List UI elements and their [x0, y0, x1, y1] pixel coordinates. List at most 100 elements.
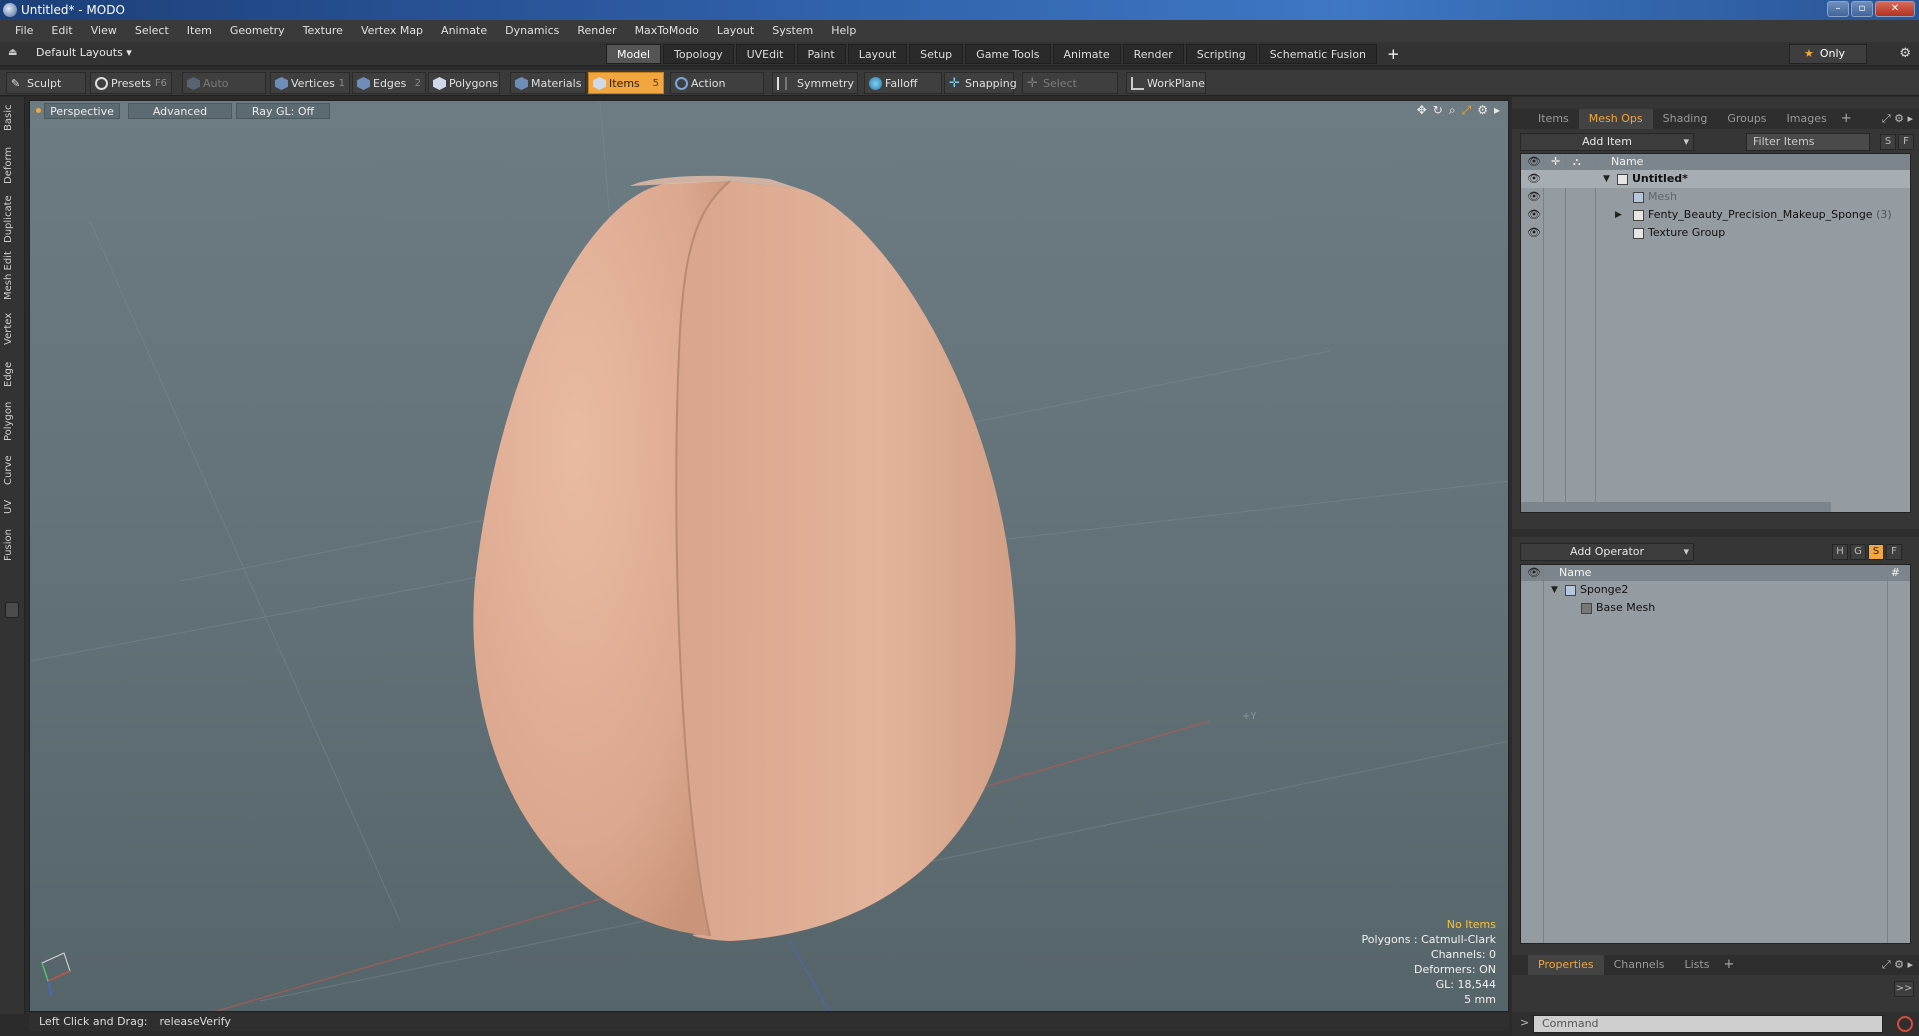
visibility-eye-icon[interactable]: 👁 [1527, 188, 1541, 206]
menu-view[interactable]: View [82, 20, 126, 42]
menu-geometry[interactable]: Geometry [221, 20, 294, 42]
menu-layout[interactable]: Layout [708, 20, 763, 42]
layout-toggle-icon[interactable]: ⏏ [8, 47, 20, 59]
tab-shading[interactable]: Shading [1653, 109, 1718, 129]
operator-g-button[interactable]: G [1850, 544, 1866, 560]
menu-file[interactable]: File [6, 20, 42, 42]
tab-scripting[interactable]: Scripting [1185, 44, 1257, 64]
operator-h-button[interactable]: H [1832, 544, 1848, 560]
presets-button[interactable]: Presets F6 [90, 72, 172, 94]
tab-mesh-ops[interactable]: Mesh Ops [1578, 109, 1653, 129]
list-item-untitled[interactable]: 👁 ▼ Untitled* [1521, 170, 1910, 188]
restore-button[interactable]: ▫ [1851, 1, 1873, 17]
tab-groups[interactable]: Groups [1717, 109, 1776, 129]
item-list[interactable]: 👁 ✛ ⛬ Name 👁 ▼ Untitled* 👁 Mesh 👁 ▶ Fent… [1520, 153, 1911, 513]
tab-model[interactable]: Model [606, 44, 662, 64]
vertices-button[interactable]: Vertices 1 [270, 72, 350, 94]
visibility-eye-icon[interactable]: 👁 [1527, 224, 1541, 242]
panel-expand-icon[interactable]: ⤢ ⚙ ▸ [1882, 112, 1913, 126]
menu-system[interactable]: System [763, 20, 822, 42]
panel-splitter[interactable] [1512, 529, 1919, 537]
add-panel-tab-button[interactable]: + [1837, 109, 1856, 129]
menu-maxtomodo[interactable]: MaxToModo [626, 20, 708, 42]
menu-help[interactable]: Help [822, 20, 865, 42]
collapse-arrow-icon[interactable]: ▼ [1603, 170, 1610, 188]
list-item-mesh[interactable]: 👁 Mesh [1521, 188, 1910, 206]
tab-mesh-edit[interactable]: Mesh Edit [3, 251, 22, 301]
menu-animate[interactable]: Animate [432, 20, 496, 42]
tab-images[interactable]: Images [1777, 109, 1837, 129]
collapse-arrow-icon[interactable]: ▼ [1551, 581, 1558, 599]
tab-game-tools[interactable]: Game Tools [965, 44, 1051, 64]
tab-topology[interactable]: Topology [663, 44, 734, 64]
filter-items-input[interactable]: Filter Items [1746, 133, 1870, 151]
operator-f-button[interactable]: F [1886, 544, 1902, 560]
tab-curve[interactable]: Curve [3, 453, 22, 487]
tab-edge[interactable]: Edge [3, 359, 22, 389]
maximize-view-icon[interactable]: ⤢ [1462, 103, 1472, 118]
auto-select-button[interactable]: Auto Select [182, 72, 266, 112]
items-button[interactable]: Items 5 [588, 72, 664, 94]
add-properties-tab-button[interactable]: + [1719, 955, 1738, 975]
tab-basic[interactable]: Basic [3, 101, 22, 135]
tab-lists[interactable]: Lists [1675, 955, 1720, 975]
tab-fusion[interactable]: Fusion [3, 527, 22, 563]
layout-select[interactable]: Default Layouts ▾ [36, 46, 132, 59]
select-through-button[interactable]: ✛ Select Through [1022, 72, 1118, 112]
menu-item[interactable]: Item [178, 20, 221, 42]
tab-animate[interactable]: Animate [1052, 44, 1121, 64]
close-button[interactable]: ✕ [1875, 1, 1915, 17]
list-item-texture-group[interactable]: 👁 Texture Group [1521, 224, 1910, 242]
tab-channels[interactable]: Channels [1604, 955, 1675, 975]
visibility-eye-icon[interactable]: 👁 [1527, 206, 1541, 224]
operator-list[interactable]: 👁 Name # ▼ Sponge2 Base Mesh [1520, 564, 1911, 944]
materials-button[interactable]: Materials [510, 72, 586, 94]
expand-arrow-icon[interactable]: ▶ [1615, 206, 1622, 224]
tab-schematic-fusion[interactable]: Schematic Fusion [1258, 44, 1378, 64]
rotate-view-icon[interactable]: ↻ [1433, 103, 1443, 118]
tab-items[interactable]: Items [1528, 109, 1579, 129]
item-list-scrollbar[interactable] [1521, 502, 1831, 512]
symmetry-button[interactable]: Symmetry [772, 72, 858, 94]
menu-texture[interactable]: Texture [294, 20, 352, 42]
tab-paint[interactable]: Paint [796, 44, 846, 64]
gear-icon[interactable]: ⚙ [1899, 46, 1911, 61]
action-center-button[interactable]: Action Center [670, 72, 764, 112]
zoom-view-icon[interactable]: ⌕ [1449, 103, 1456, 118]
sculpt-button[interactable]: ✎ Sculpt [6, 72, 86, 94]
tab-duplicate[interactable]: Duplicate [3, 195, 22, 243]
list-item-sponge-group[interactable]: 👁 ▶ Fenty_Beauty_Precision_Makeup_Sponge… [1521, 206, 1910, 224]
tab-uv[interactable]: UV [3, 497, 22, 517]
command-input[interactable]: Command [1533, 1015, 1883, 1033]
menu-render[interactable]: Render [568, 20, 625, 42]
raygl-button[interactable]: Ray GL: Off [236, 103, 330, 119]
tab-setup[interactable]: Setup [909, 44, 964, 64]
falloff-button[interactable]: Falloff [864, 72, 942, 94]
toolbox-grip-icon[interactable] [5, 602, 19, 618]
visibility-eye-icon[interactable]: 👁 [1527, 170, 1541, 188]
move-view-icon[interactable]: ✥ [1417, 103, 1427, 118]
tab-uvedit[interactable]: UVEdit [735, 44, 795, 64]
add-item-dropdown[interactable]: Add Item ▾ [1520, 133, 1694, 151]
stop-icon[interactable] [1897, 1016, 1913, 1032]
tab-render[interactable]: Render [1122, 44, 1184, 64]
add-operator-dropdown[interactable]: Add Operator ▾ [1520, 543, 1694, 561]
minimize-button[interactable]: – [1827, 1, 1849, 17]
add-tab-button[interactable]: + [1387, 44, 1400, 64]
menu-dynamics[interactable]: Dynamics [496, 20, 568, 42]
viewport-settings-icon[interactable]: ⚙ [1477, 103, 1488, 118]
operator-s-button[interactable]: S [1868, 544, 1884, 560]
polygons-button[interactable]: Polygons [428, 72, 500, 94]
tab-polygon[interactable]: Polygon [3, 399, 22, 443]
view-mode-button[interactable]: Perspective [44, 103, 120, 119]
filter-s-button[interactable]: S [1880, 134, 1896, 150]
list-item-sponge2[interactable]: ▼ Sponge2 [1521, 581, 1910, 599]
expand-properties-button[interactable]: >> [1894, 981, 1914, 997]
tab-properties[interactable]: Properties [1528, 955, 1604, 975]
list-item-base-mesh[interactable]: Base Mesh [1521, 599, 1910, 617]
viewport-menu-arrow-icon[interactable]: ▸ [1494, 103, 1500, 118]
panel-expand-icon[interactable]: ⤢ ⚙ ▸ [1882, 958, 1913, 972]
tab-vertex[interactable]: Vertex [3, 311, 22, 347]
tab-layout[interactable]: Layout [847, 44, 908, 64]
only-toggle[interactable]: ★ Only [1789, 44, 1867, 64]
